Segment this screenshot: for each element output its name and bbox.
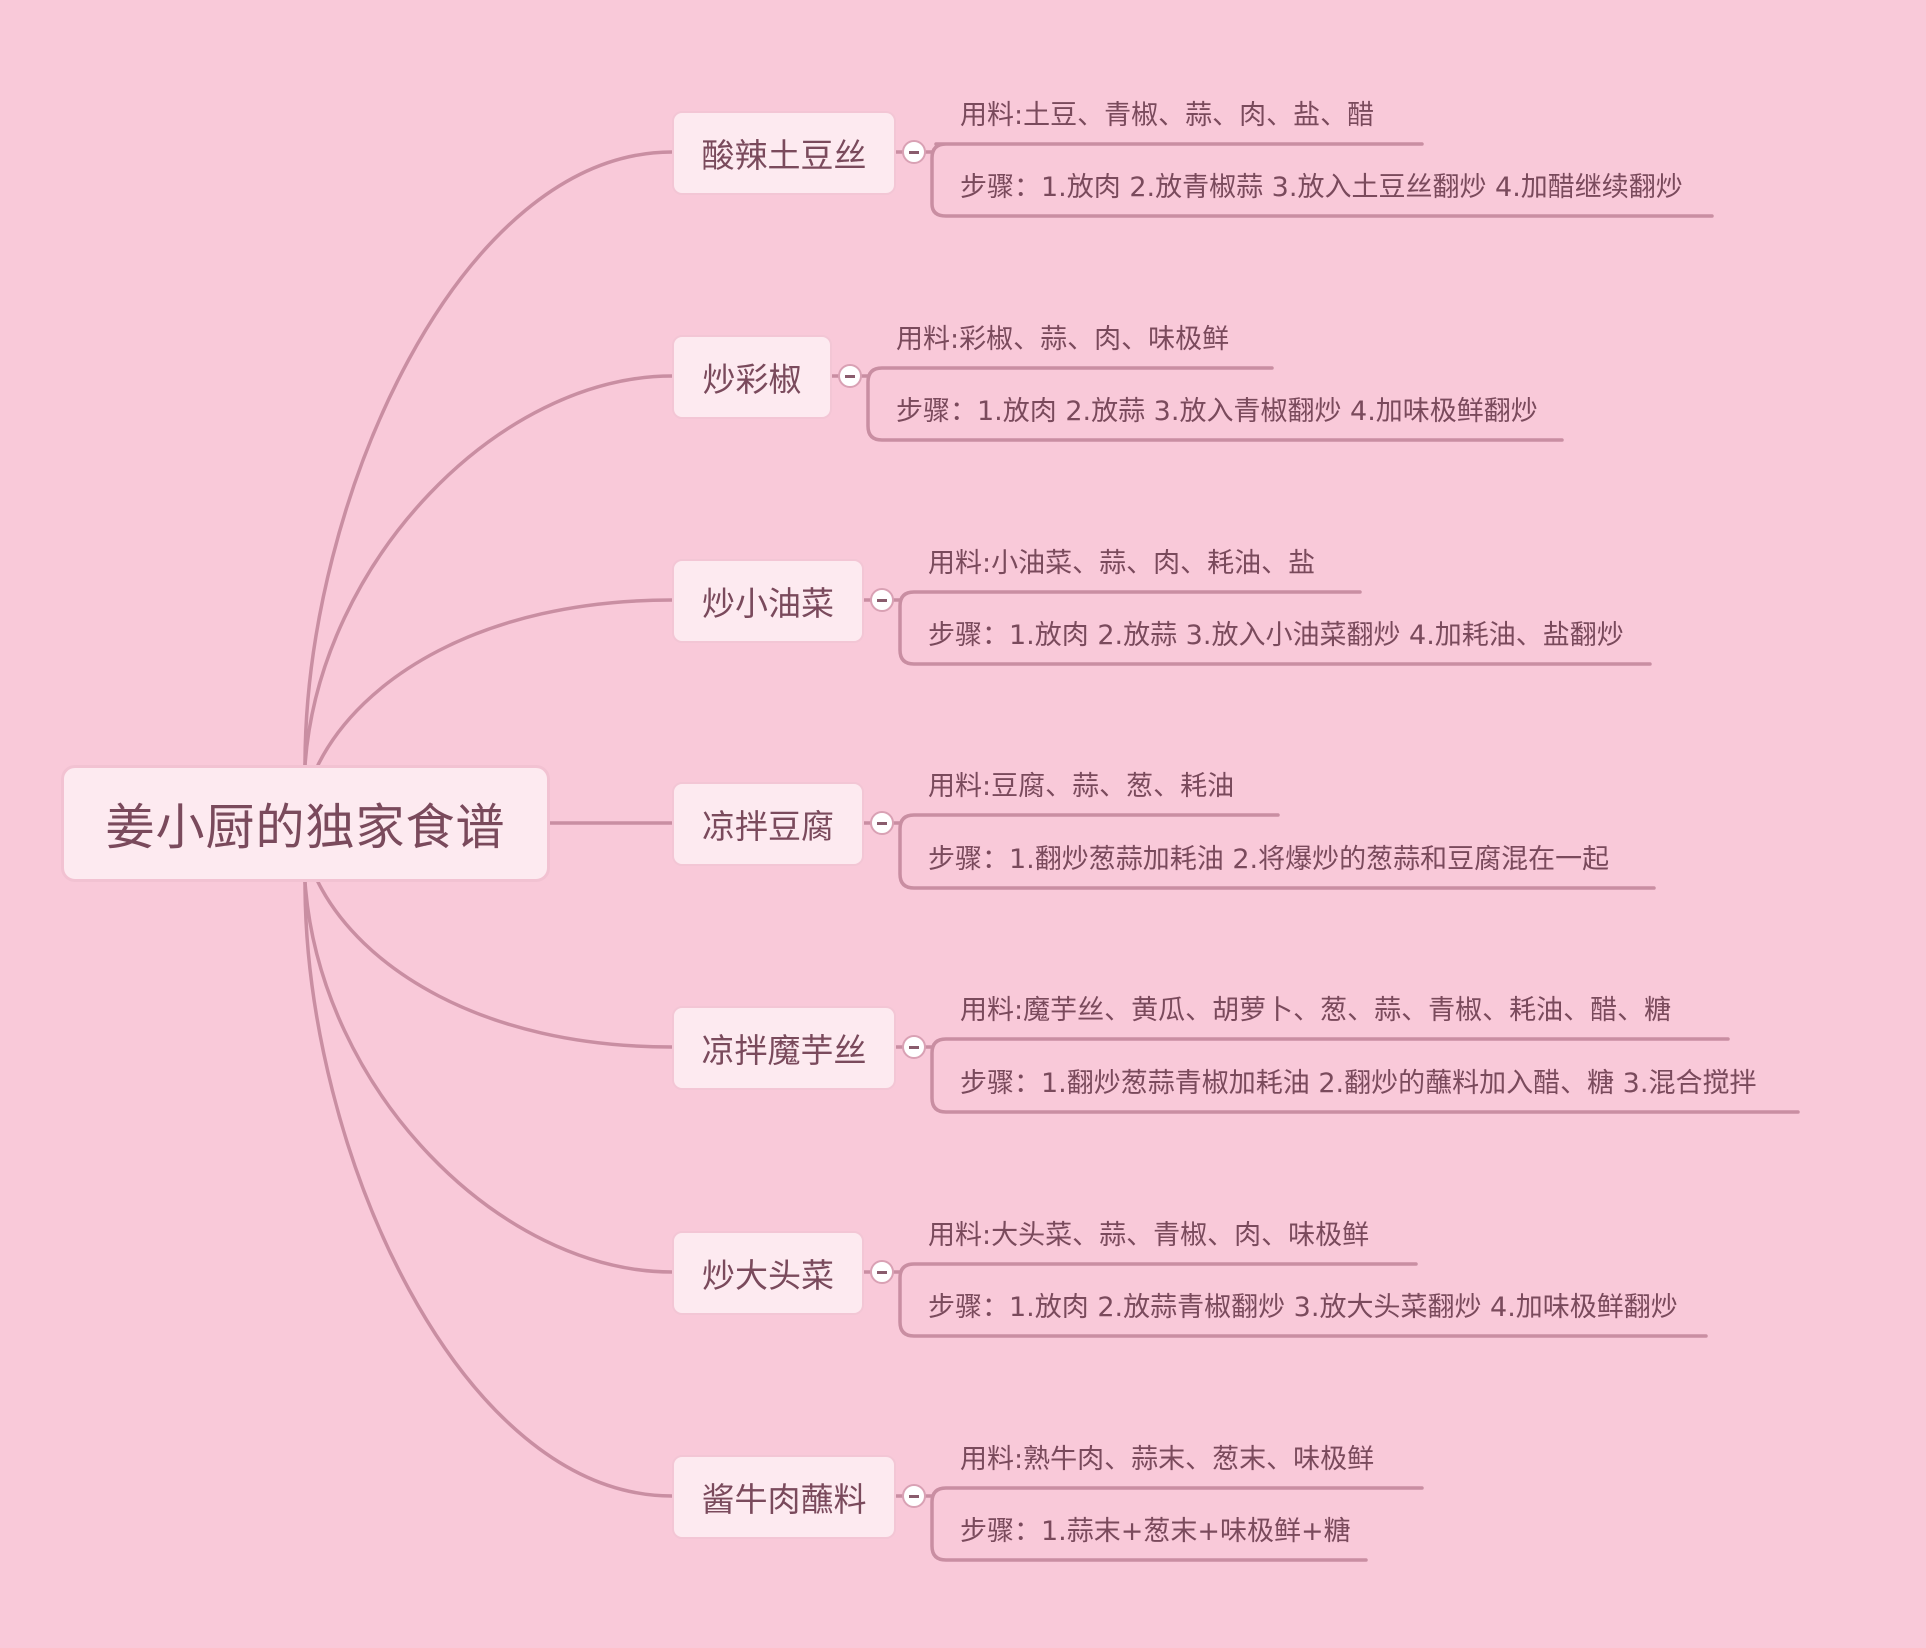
ingredients-text-4[interactable]: 用料:豆腐、蒜、葱、耗油 [928,770,1234,804]
topic-title: 炒彩椒 [702,360,802,399]
topic-title: 炒大头菜 [702,1256,834,1295]
topic-title: 酸辣土豆丝 [701,136,867,175]
collapse-button-2[interactable] [838,364,862,388]
collapse-button-6[interactable] [870,1260,894,1284]
connector-root-topic-7 [303,880,674,1498]
steps-text-3[interactable]: 步骤：1.放肉 2.放蒜 3.放入小油菜翻炒 4.加耗油、盐翻炒 [928,619,1624,653]
steps-text-5[interactable]: 步骤：1.翻炒葱蒜青椒加耗油 2.翻炒的蘸料加入醋、糖 3.混合搅拌 [960,1067,1756,1101]
minus-icon [909,1495,919,1498]
topic-node-4[interactable]: 凉拌豆腐 [672,782,864,866]
collapse-button-7[interactable] [902,1484,926,1508]
minus-icon [845,375,855,378]
connector-root-topic-3 [316,598,674,767]
collapse-button-4[interactable] [870,811,894,835]
ingredients-text-5[interactable]: 用料:魔芋丝、黄瓜、胡萝卜、葱、蒜、青椒、耗油、醋、糖 [960,994,1671,1028]
ingredients-text-7[interactable]: 用料:熟牛肉、蒜末、葱末、味极鲜 [960,1443,1374,1477]
steps-text-1[interactable]: 步骤：1.放肉 2.放青椒蒜 3.放入土豆丝翻炒 4.加醋继续翻炒 [960,171,1683,205]
ingredients-text-1[interactable]: 用料:土豆、青椒、蒜、肉、盐、醋 [960,99,1374,133]
minus-icon [877,1271,887,1274]
topic-title: 酱牛肉蘸料 [701,1480,867,1519]
topic-node-1[interactable]: 酸辣土豆丝 [672,111,896,195]
topic-title: 炒小油菜 [702,584,834,623]
topic-node-6[interactable]: 炒大头菜 [672,1231,864,1315]
connector-root-topic-5 [316,880,674,1049]
ingredients-text-2[interactable]: 用料:彩椒、蒜、肉、味极鲜 [896,323,1229,357]
minus-icon [877,822,887,825]
topic-node-2[interactable]: 炒彩椒 [672,335,832,419]
topic-node-5[interactable]: 凉拌魔芋丝 [672,1006,896,1090]
steps-text-2[interactable]: 步骤：1.放肉 2.放蒜 3.放入青椒翻炒 4.加味极鲜翻炒 [896,395,1538,429]
topic-node-7[interactable]: 酱牛肉蘸料 [672,1455,896,1539]
topic-title: 凉拌豆腐 [702,807,834,846]
minus-icon [909,151,919,154]
ingredients-text-3[interactable]: 用料:小油菜、蒜、肉、耗油、盐 [928,547,1315,581]
connector-root-topic-1 [303,150,674,767]
minus-icon [909,1046,919,1049]
root-topic[interactable]: 姜小厨的独家食谱 [61,765,550,882]
steps-text-6[interactable]: 步骤：1.放肉 2.放蒜青椒翻炒 3.放大头菜翻炒 4.加味极鲜翻炒 [928,1291,1678,1325]
collapse-button-3[interactable] [870,588,894,612]
topic-node-3[interactable]: 炒小油菜 [672,559,864,643]
collapse-button-1[interactable] [902,140,926,164]
steps-text-4[interactable]: 步骤：1.翻炒葱蒜加耗油 2.将爆炒的葱蒜和豆腐混在一起 [928,843,1609,877]
topic-title: 凉拌魔芋丝 [701,1031,867,1070]
steps-text-7[interactable]: 步骤：1.蒜末+葱末+味极鲜+糖 [960,1515,1351,1549]
ingredients-text-6[interactable]: 用料:大头菜、蒜、青椒、肉、味极鲜 [928,1219,1369,1253]
minus-icon [877,599,887,602]
collapse-button-5[interactable] [902,1035,926,1059]
